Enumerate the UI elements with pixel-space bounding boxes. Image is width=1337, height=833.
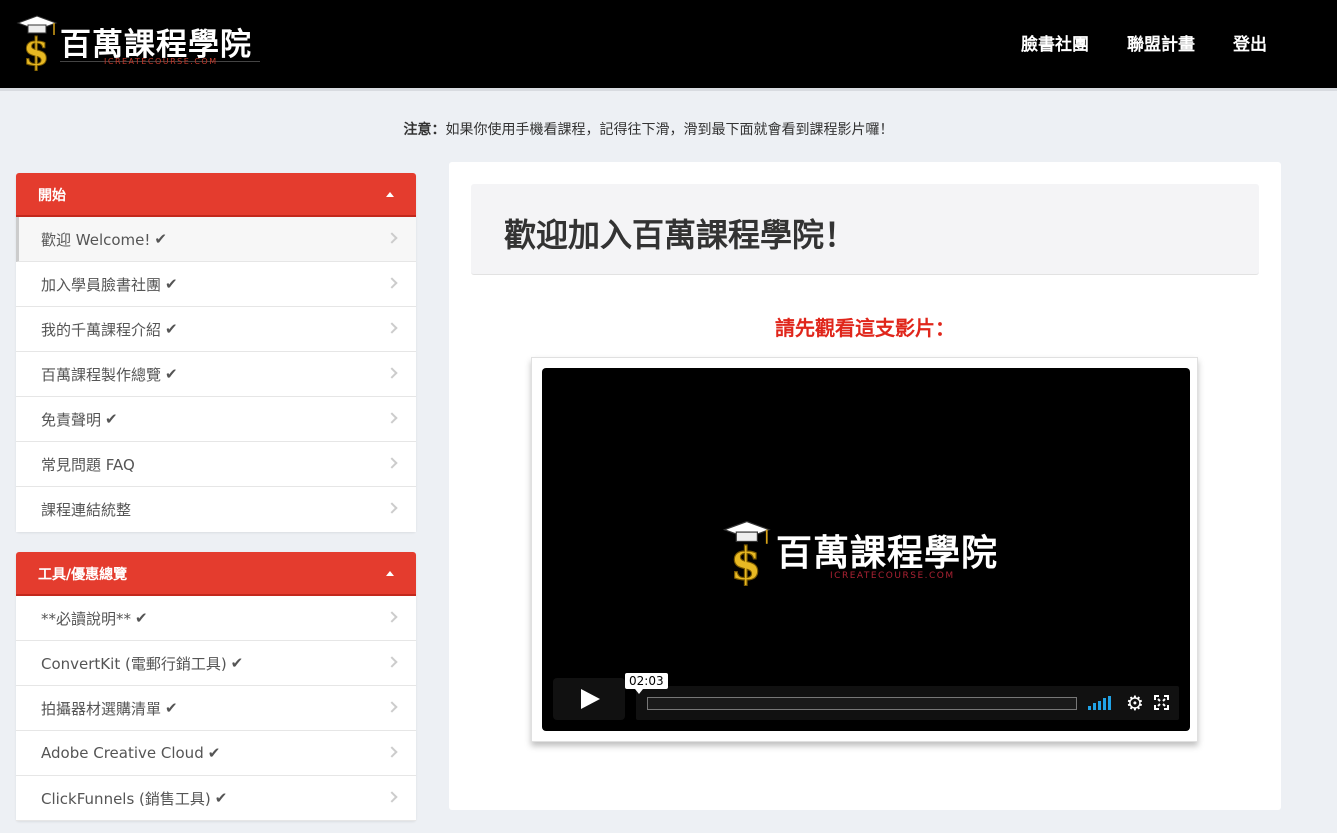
logo-subtext: ICREATECOURSE.COM (104, 57, 218, 66)
lesson-title: 歡迎加入百萬課程學院！ (504, 216, 857, 254)
lesson-title-box: 歡迎加入百萬課程學院！ (471, 184, 1259, 275)
play-icon (581, 689, 600, 709)
video-frame: $ 百萬課程學院 ICREATECOURSE.COM ⚙ 02:03 (531, 357, 1198, 742)
chevron-right-icon (386, 322, 398, 334)
completed-check-icon: ✔ (165, 365, 178, 383)
lesson-label: 免責聲明 (41, 410, 102, 429)
svg-text:$: $ (730, 537, 761, 586)
chevron-right-icon (386, 412, 398, 424)
chevron-right-icon (386, 656, 398, 668)
lesson-label: 常見問題 FAQ (41, 455, 135, 474)
chevron-right-icon (386, 611, 398, 623)
completed-check-icon: ✔ (105, 410, 118, 428)
lesson-faq[interactable]: 常見問題 FAQ (16, 442, 416, 487)
section-title: 開始 (38, 188, 66, 204)
collapse-caret-icon (386, 192, 394, 197)
svg-text:$: $ (23, 29, 49, 71)
video-player[interactable]: $ 百萬課程學院 ICREATECOURSE.COM ⚙ 02:03 (542, 368, 1190, 731)
section-header-start[interactable]: 開始 (16, 173, 416, 217)
notice-label: 注意： (403, 122, 446, 138)
chevron-right-icon (386, 791, 398, 803)
sidebar-section-tools: 工具/優惠總覽 **必讀說明** ✔ ConvertKit (電郵行銷工具) ✔… (16, 552, 416, 821)
site-logo[interactable]: $ 百萬課程學院 ICREATECOURSE.COM (16, 13, 261, 71)
lesson-content: 歡迎加入百萬課程學院！ 請先觀看這支影片： $ 百萬課程學院 ICREATECO… (449, 162, 1281, 810)
lesson-label: ClickFunnels (銷售工具) (41, 789, 211, 808)
completed-check-icon: ✔ (214, 789, 228, 807)
completed-check-icon: ✔ (135, 609, 148, 627)
collapse-caret-icon (386, 571, 394, 576)
sidebar-section-start: 開始 歡迎 Welcome! ✔ 加入學員臉書社團 ✔ 我的千萬課程介紹 ✔ 百… (16, 173, 416, 532)
video-progress-bar[interactable] (647, 697, 1077, 710)
lesson-label: 課程連結統整 (41, 501, 132, 519)
lesson-adobe-cc[interactable]: Adobe Creative Cloud ✔ (16, 731, 416, 776)
play-button[interactable] (553, 678, 625, 720)
chevron-right-icon (386, 232, 398, 244)
lesson-join-facebook-group[interactable]: 加入學員臉書社團 ✔ (16, 262, 416, 307)
lesson-course-intro[interactable]: 我的千萬課程介紹 ✔ (16, 307, 416, 352)
completed-check-icon: ✔ (165, 320, 178, 338)
main-nav: 臉書社團 聯盟計畫 登出 (1021, 30, 1337, 55)
section-header-tools[interactable]: 工具/優惠總覽 (16, 552, 416, 596)
notice-text: 如果你使用手機看課程，記得往下滑，滑到最下面就會看到課程影片囉！ (445, 122, 894, 138)
video-logo-text: 百萬課程學院 (776, 533, 999, 574)
nav-affiliate[interactable]: 聯盟計畫 (1127, 30, 1195, 55)
video-logo: $ 百萬課程學院 ICREATECOURSE.COM (722, 518, 1022, 588)
nav-facebook-group[interactable]: 臉書社團 (1021, 30, 1089, 55)
lesson-label: 加入學員臉書社團 (41, 275, 162, 294)
chevron-right-icon (386, 367, 398, 379)
completed-check-icon: ✔ (207, 744, 221, 762)
chevron-right-icon (386, 502, 398, 514)
lesson-must-read[interactable]: **必讀說明** ✔ (16, 596, 416, 641)
lesson-convertkit[interactable]: ConvertKit (電郵行銷工具) ✔ (16, 641, 416, 686)
lesson-label: ConvertKit (電郵行銷工具) (41, 654, 227, 673)
lesson-label: 我的千萬課程介紹 (41, 320, 162, 339)
lesson-label: 拍攝器材選購清單 (41, 699, 162, 718)
completed-check-icon: ✔ (165, 699, 178, 717)
chevron-right-icon (386, 277, 398, 289)
section-title: 工具/優惠總覽 (38, 567, 128, 583)
completed-check-icon: ✔ (165, 275, 178, 293)
chevron-right-icon (386, 701, 398, 713)
lesson-label: 百萬課程製作總覽 (41, 365, 162, 384)
video-logo-subtext: ICREATECOURSE.COM (830, 571, 955, 581)
nav-logout[interactable]: 登出 (1233, 30, 1267, 55)
lesson-course-links[interactable]: 課程連結統整 (16, 487, 416, 532)
lesson-label: **必讀說明** (41, 609, 132, 628)
chevron-right-icon (386, 746, 398, 758)
lesson-camera-gear-list[interactable]: 拍攝器材選購清單 ✔ (16, 686, 416, 731)
video-duration: 02:03 (625, 673, 668, 694)
fullscreen-icon[interactable] (1154, 695, 1169, 710)
lesson-disclaimer[interactable]: 免責聲明 ✔ (16, 397, 416, 442)
completed-check-icon: ✔ (154, 230, 167, 248)
chevron-right-icon (386, 457, 398, 469)
volume-icon[interactable] (1088, 696, 1114, 710)
graduation-dollar-icon: $ (722, 520, 771, 586)
lesson-label: Adobe Creative Cloud (41, 744, 204, 762)
settings-gear-icon[interactable]: ⚙ (1124, 692, 1146, 714)
lesson-clickfunnels[interactable]: ClickFunnels (銷售工具) ✔ (16, 776, 416, 821)
top-navbar: $ 百萬課程學院 ICREATECOURSE.COM 臉書社團 聯盟計畫 登出 (0, 0, 1337, 88)
lesson-welcome[interactable]: 歡迎 Welcome! ✔ (16, 217, 416, 262)
completed-check-icon: ✔ (230, 654, 244, 672)
header-divider (0, 88, 1337, 91)
lesson-label: 歡迎 Welcome! (41, 230, 151, 249)
mobile-notice: 注意：如果你使用手機看課程，記得往下滑，滑到最下面就會看到課程影片囉！ (0, 119, 1297, 139)
video-prompt: 請先觀看這支影片： (775, 316, 955, 340)
video-controls: ⚙ (636, 686, 1179, 720)
graduation-dollar-icon: $ (16, 15, 58, 71)
lesson-production-overview[interactable]: 百萬課程製作總覽 ✔ (16, 352, 416, 397)
